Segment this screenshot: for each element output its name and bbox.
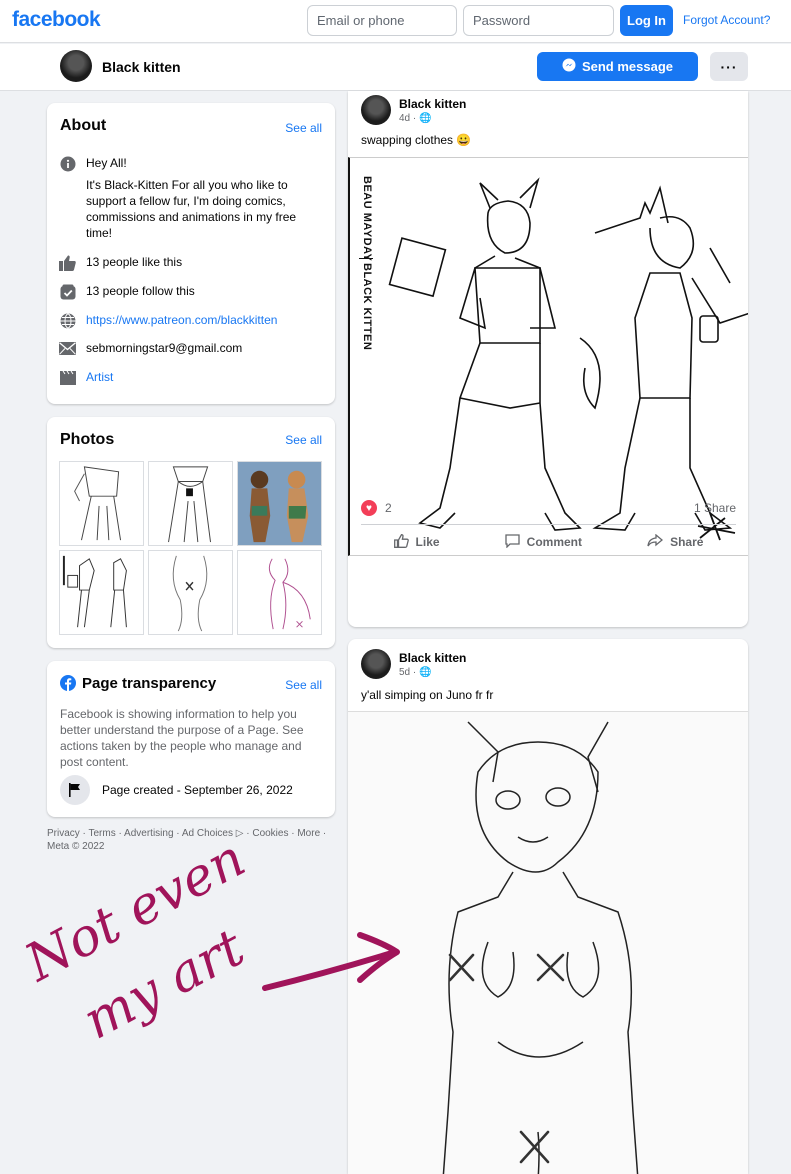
transparency-see-all-link[interactable]: See all	[285, 678, 322, 692]
post-card: Black kitten 4d · 🌐 swapping clothes 😀 B…	[348, 91, 748, 627]
comment-label: Comment	[526, 535, 582, 549]
footer-copyright: Meta © 2022	[47, 841, 105, 852]
about-title: About	[60, 117, 107, 134]
about-intro-text: It's Black-Kitten For all you who like t…	[86, 178, 297, 240]
share-button[interactable]: Share	[647, 533, 704, 550]
follow-check-icon	[59, 283, 76, 300]
about-see-all-link[interactable]: See all	[285, 121, 322, 135]
clapperboard-icon	[59, 369, 76, 386]
email-field[interactable]	[307, 5, 457, 36]
post-image[interactable]	[348, 711, 748, 1174]
photos-card: Photos See all	[47, 417, 335, 648]
post-image[interactable]: BEAU MAYDAY BLACK KITTEN	[348, 157, 748, 556]
share-label: Share	[670, 535, 704, 549]
send-message-label: Send message	[581, 59, 674, 74]
category-link[interactable]: Artist	[86, 369, 113, 386]
photo-thumbnail[interactable]	[148, 550, 233, 635]
globe-icon	[59, 312, 76, 329]
photos-title: Photos	[60, 431, 115, 448]
photo-thumbnail[interactable]	[59, 550, 144, 635]
post-header: Black kitten 5d · 🌐	[361, 649, 466, 679]
photo-thumbnail[interactable]	[237, 550, 322, 635]
about-likes-row: 13 people like this	[59, 254, 319, 271]
image-credit-studio: BLACK KITTEN	[359, 258, 373, 350]
image-credit-line2: BLACK KITTEN	[361, 263, 373, 351]
footer-links[interactable]: Privacy · Terms · Advertising · Ad Choic…	[47, 827, 335, 840]
about-category-row: Artist	[59, 369, 319, 386]
avatar[interactable]	[60, 50, 92, 82]
about-intro: Hey All! It's Black-Kitten For all you w…	[59, 155, 319, 241]
email-address: sebmorningstar9@gmail.com	[86, 341, 243, 355]
send-message-button[interactable]: Send message	[537, 52, 698, 81]
about-card: About See all Hey All! It's Black-Kitten…	[47, 103, 335, 404]
post-header: Black kitten 4d · 🌐	[361, 95, 466, 125]
photos-see-all-link[interactable]: See all	[285, 433, 322, 447]
thumbs-up-icon	[59, 254, 76, 271]
love-reaction-icon: ♥	[361, 500, 377, 516]
facebook-f-icon	[60, 675, 76, 696]
post-reactions-bar: ♥ 2 1 Share	[361, 500, 736, 516]
facebook-logo[interactable]: facebook	[12, 8, 101, 32]
post-text: swapping clothes 😀	[361, 133, 472, 147]
post-text: y'all simping on Juno fr fr	[361, 688, 494, 702]
annotation-line1: Not even	[14, 840, 255, 994]
sketch-illustration	[442, 721, 639, 1174]
login-button[interactable]: Log In	[620, 5, 673, 36]
top-navigation: facebook Log In Forgot Account?	[0, 0, 791, 43]
page-header: Black kitten Send message ···	[0, 44, 791, 91]
photo-grid	[59, 461, 322, 635]
page-created-row: Page created - September 26, 2022	[60, 775, 293, 805]
post-author[interactable]: Black kitten	[399, 97, 466, 111]
transparency-description: Facebook is showing information to help …	[60, 707, 304, 769]
messenger-icon	[562, 58, 576, 75]
share-arrow-icon	[647, 533, 664, 550]
reaction-summary[interactable]: ♥ 2	[361, 500, 392, 516]
avatar[interactable]	[361, 95, 391, 125]
page-transparency-card: Page transparency See all Facebook is sh…	[47, 661, 335, 817]
mail-icon	[59, 340, 76, 357]
comment-icon	[505, 533, 520, 551]
image-credit-line1: BEAU MAYDAY	[361, 176, 373, 262]
info-icon	[59, 155, 76, 172]
photo-thumbnail[interactable]	[148, 461, 233, 546]
page-created-text: Page created - September 26, 2022	[102, 783, 293, 797]
page-title[interactable]: Black kitten	[102, 59, 181, 75]
like-button[interactable]: Like	[393, 533, 440, 551]
photo-thumbnail[interactable]	[59, 461, 144, 546]
share-count[interactable]: 1 Share	[694, 501, 736, 515]
flag-icon	[60, 775, 90, 805]
image-credit-artist: BEAU MAYDAY	[359, 176, 373, 261]
about-email-row: sebmorningstar9@gmail.com	[59, 340, 319, 357]
about-intro-greeting: Hey All!	[86, 156, 127, 170]
likes-count: 13 people like this	[86, 255, 183, 269]
avatar[interactable]	[361, 649, 391, 679]
thumbs-up-icon	[393, 533, 409, 551]
sketch-illustration	[388, 177, 748, 541]
website-link[interactable]: https://www.patreon.com/blackkitten	[86, 312, 277, 329]
post-actions: Like Comment Share	[361, 524, 736, 559]
transparency-title: Page transparency	[82, 675, 217, 692]
forgot-account-link[interactable]: Forgot Account?	[683, 13, 770, 27]
more-options-button[interactable]: ···	[710, 52, 748, 81]
post-author[interactable]: Black kitten	[399, 651, 466, 665]
password-field[interactable]	[463, 5, 614, 36]
post-timestamp[interactable]: 4d · 🌐	[399, 113, 466, 124]
comment-button[interactable]: Comment	[505, 533, 582, 551]
annotation-line2: my art	[74, 918, 254, 1052]
footer: Privacy · Terms · Advertising · Ad Choic…	[47, 827, 335, 853]
reaction-count: 2	[385, 501, 392, 515]
post-card: Black kitten 5d · 🌐 y'all simping on Jun…	[348, 639, 748, 1174]
photo-thumbnail[interactable]	[237, 461, 322, 546]
like-label: Like	[415, 535, 440, 549]
about-website-row: https://www.patreon.com/blackkitten	[59, 312, 319, 329]
post-timestamp[interactable]: 5d · 🌐	[399, 667, 466, 678]
about-follows-row: 13 people follow this	[59, 283, 319, 300]
follows-count: 13 people follow this	[86, 284, 195, 298]
